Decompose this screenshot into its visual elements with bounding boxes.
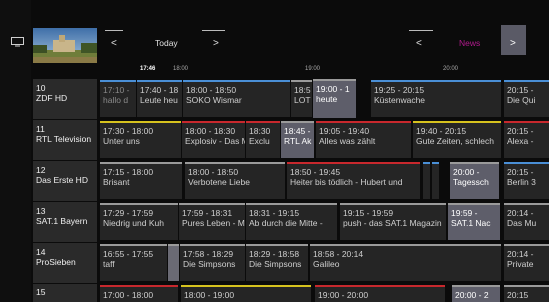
channel-number: 12 xyxy=(36,165,46,175)
channel-label[interactable]: 11 RTL Television xyxy=(33,120,97,160)
program-cell[interactable]: 17:10 - hallo d xyxy=(100,80,136,117)
channel-number: 11 xyxy=(36,124,45,134)
channel-number: 10 xyxy=(36,83,46,93)
program-cell[interactable]: 20:15 - Die Qui xyxy=(504,80,549,117)
program-cell[interactable]: 19:40 - 20:15 Gute Zeiten, schlech xyxy=(413,121,501,158)
program-cell[interactable]: 19:05 - 19:40 Alles was zählt xyxy=(316,121,411,158)
channel-row: 11 RTL Television 17:30 - 18:00 Unter uns… xyxy=(0,120,549,160)
program-cell[interactable]: 20:14 - Private xyxy=(504,244,549,281)
header-rule xyxy=(105,30,123,31)
channel-number: 15 xyxy=(36,287,46,297)
next-day-button[interactable]: > xyxy=(213,38,219,49)
program-cell[interactable]: 20:15 - Alexa - xyxy=(504,121,549,158)
program-cell[interactable]: 19:25 - 20:15 Küstenwache xyxy=(371,80,501,117)
program-cell[interactable]: 18:00 - 18:50 SOKO Wismar xyxy=(183,80,290,117)
program-cell-selected[interactable]: 18:45 - RTL Ak xyxy=(281,121,314,158)
channel-row: 14 ProSieben 16:55 - 17:55 taff 17:58 - 1… xyxy=(0,243,549,283)
program-cell[interactable]: 18:00 - 18:30 Explosiv - Das M xyxy=(182,121,245,158)
program-cell[interactable]: 17:30 - 18:00 Unter uns xyxy=(100,121,181,158)
prev-day-button[interactable]: < xyxy=(111,38,117,49)
channel-row: 13 SAT.1 Bayern 17:29 - 17:59 Niedrig und… xyxy=(0,202,549,242)
channel-row: 12 Das Erste HD 17:15 - 18:00 Brisant 18:… xyxy=(0,161,549,201)
time-tick-label: 20:00 xyxy=(443,66,459,72)
program-cell-selected[interactable]: 20:00 - Tagessch xyxy=(450,162,499,199)
header-rule xyxy=(202,30,225,31)
time-tick-label: 18:00 xyxy=(173,66,189,72)
program-cell-selected[interactable] xyxy=(168,244,179,281)
program-cell[interactable]: 18:31 - 19:15 Ab durch die Mitte - xyxy=(246,203,337,240)
channel-row: 10 ZDF HD 17:10 - hallo d 17:40 - 18 Leute… xyxy=(0,79,549,119)
prev-category-button[interactable]: < xyxy=(416,38,422,49)
program-cell[interactable]: 16:55 - 17:55 taff xyxy=(100,244,167,281)
tv-icon[interactable] xyxy=(11,37,24,47)
program-cell-selected[interactable]: 19:00 - 1 heute xyxy=(313,79,356,118)
time-tick-label: 19:00 xyxy=(305,66,321,72)
channel-row: 15 17:00 - 18:00 18:00 - 19:00 19:00 - 2… xyxy=(0,284,549,302)
current-time-label: 17:46 xyxy=(140,66,156,72)
next-category-button[interactable]: > xyxy=(501,25,526,55)
program-cell[interactable]: 18:00 - 18:50 Verbotene Liebe xyxy=(185,162,285,199)
program-cell[interactable]: 18:5 LOT xyxy=(291,80,312,117)
channel-label[interactable]: 12 Das Erste HD xyxy=(33,161,97,201)
program-cell[interactable]: 18:29 - 18:58 Die Simpsons xyxy=(246,244,308,281)
category-news[interactable]: News xyxy=(459,38,480,48)
program-cell[interactable]: 20:14 - Das Mu xyxy=(504,203,549,240)
program-cell[interactable]: 18:00 - 19:00 xyxy=(181,285,311,302)
program-cell-short[interactable] xyxy=(432,162,439,199)
channel-name: RTL Television xyxy=(36,134,92,144)
channel-name: Das Erste HD xyxy=(36,175,88,185)
channel-label[interactable]: 13 SAT.1 Bayern xyxy=(33,202,97,242)
channel-number: 14 xyxy=(36,247,46,257)
program-cell[interactable]: 20:15 - Berlin 3 xyxy=(504,162,549,199)
time-bar: 17:46 18:00 19:00 20:00 xyxy=(100,66,549,79)
channel-label[interactable]: 15 xyxy=(33,284,97,302)
program-cell-selected[interactable]: 19:59 - SAT.1 Nac xyxy=(448,203,500,240)
channel-label[interactable]: 14 ProSieben xyxy=(33,243,97,283)
channel-number: 13 xyxy=(36,206,46,216)
channel-label[interactable]: 10 ZDF HD xyxy=(33,79,97,119)
channel-preview-thumbnail xyxy=(33,28,97,63)
guide-header: < Today > < News > xyxy=(100,22,549,67)
program-cell[interactable]: 17:58 - 18:29 Die Simpsons xyxy=(180,244,245,281)
program-cell[interactable]: 17:59 - 18:31 Pures Leben - M xyxy=(179,203,245,240)
program-cell[interactable]: 19:15 - 19:59 push - das SAT.1 Magazin xyxy=(340,203,446,240)
program-cell[interactable]: 20:15 xyxy=(504,285,549,302)
channel-name: ZDF HD xyxy=(36,93,68,103)
program-cell[interactable]: 19:00 - 20:00 xyxy=(315,285,445,302)
program-cell[interactable]: 18:30 Exclu xyxy=(246,121,280,158)
program-cell[interactable]: 17:29 - 17:59 Niedrig und Kuh xyxy=(100,203,178,240)
program-cell[interactable]: 17:40 - 18 Leute heu xyxy=(137,80,182,117)
channel-name: ProSieben xyxy=(36,257,76,267)
program-cell[interactable]: 17:00 - 18:00 xyxy=(100,285,178,302)
next-category-label: > xyxy=(510,38,516,49)
program-cell[interactable]: 18:50 - 19:45 Heiter bis tödlich - Hubert… xyxy=(287,162,420,199)
program-cell-selected[interactable]: 20:00 - 2 xyxy=(452,285,500,302)
channel-name: SAT.1 Bayern xyxy=(36,216,88,226)
today-button[interactable]: Today xyxy=(155,38,178,48)
program-cell[interactable]: 17:15 - 18:00 Brisant xyxy=(100,162,182,199)
program-cell[interactable]: 18:58 - 20:14 Galileo xyxy=(310,244,501,281)
program-cell-short[interactable] xyxy=(423,162,430,199)
header-rule xyxy=(409,30,433,31)
